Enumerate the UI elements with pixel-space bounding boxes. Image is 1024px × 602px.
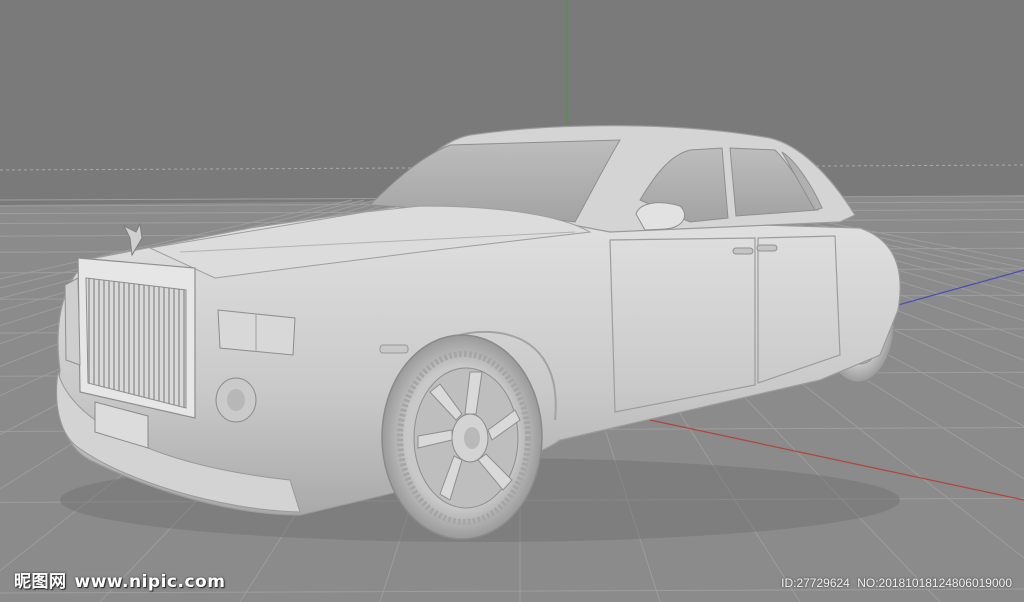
watermark-url: www.nipic.com (74, 572, 226, 592)
door-handle-front (732, 247, 754, 255)
left-headlamp (64, 277, 81, 366)
door-handle-rear (756, 244, 778, 252)
watermark-id: ID:27729624 (781, 576, 850, 590)
nipic-watermark-left: 昵图网 www.nipic.com (14, 567, 225, 592)
watermark-no: NO:20181018124806019000 (857, 576, 1012, 590)
side-mirror (635, 202, 685, 231)
front-wheel (381, 334, 543, 540)
watermark-brand: 昵图网 (14, 572, 67, 592)
3d-viewport[interactable]: 昵图网 www.nipic.com ID:27729624 NO:20181018… (0, 0, 1024, 602)
nipic-watermark-id: ID:27729624 NO:20181018124806019000 (781, 576, 1012, 590)
3d-scene (0, 0, 1024, 602)
